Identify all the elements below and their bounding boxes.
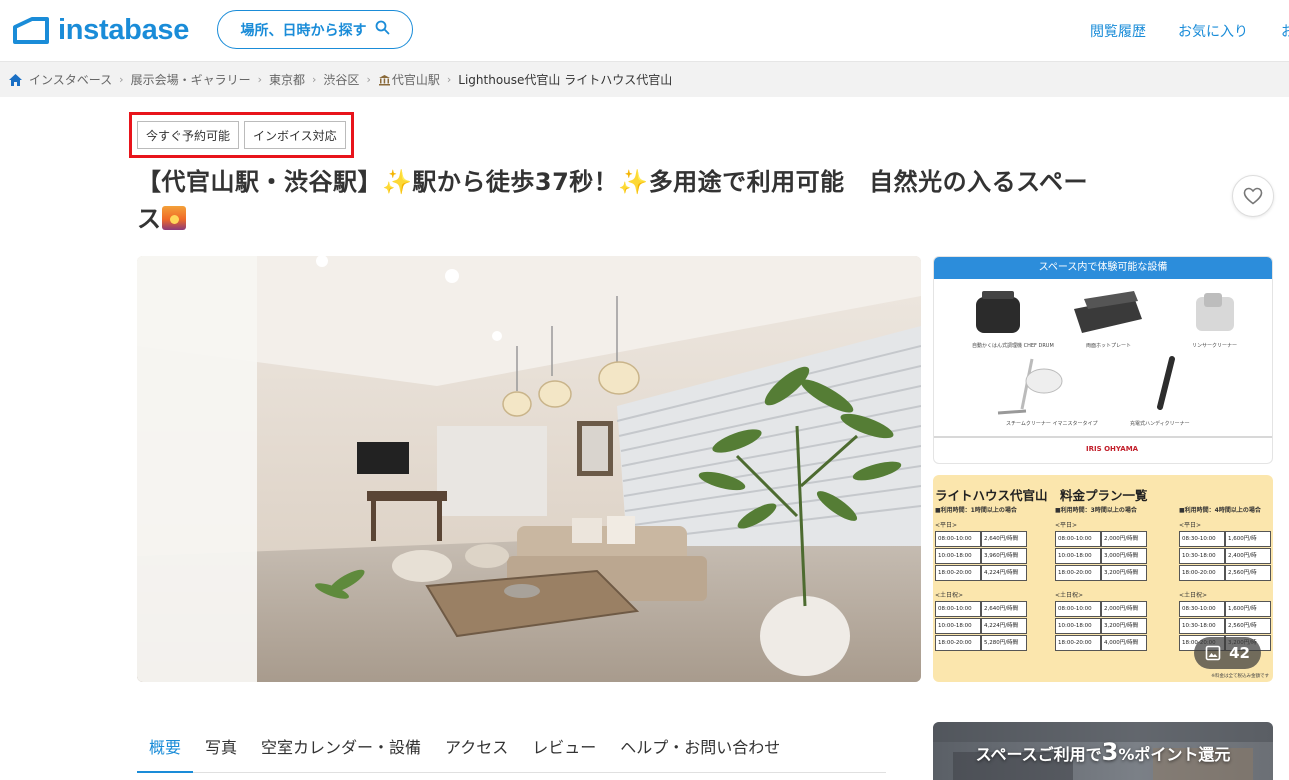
tab-help[interactable]: ヘルプ・お問い合わせ — [608, 722, 792, 773]
logo-text: instabase — [58, 13, 190, 46]
highlighted-tags: 今すぐ予約可能 インボイス対応 — [129, 112, 354, 158]
equipment-item-label: 両面ホットプレート — [1086, 343, 1131, 349]
chevron-right-icon: › — [446, 73, 452, 86]
tab-access[interactable]: アクセス — [433, 722, 520, 773]
page-title: 【代官山駅・渋谷駅】✨駅から徒歩37秒！✨多用途で利用可能 自然光の入るスペー … — [137, 168, 1089, 233]
search-button-label: 場所、日時から探す — [240, 22, 367, 39]
tag-instant-booking: 今すぐ予約可能 — [137, 121, 240, 149]
equipment-item-label: 充電式ハンディクリーナー — [1130, 420, 1190, 427]
price-column: ■利用時間：1時間以上の場合 <平日> 08:00-10:00 2,640円/時間… — [935, 505, 1045, 651]
price-column: ■利用時間：4時間以上の場合 <平日> 08:30-10:00 1,600円/時 … — [1179, 505, 1273, 651]
chevron-right-icon: › — [119, 73, 124, 86]
price-plan-title: ライトハウス代官山 料金プラン一覧 — [935, 488, 1148, 503]
brand-logo: IRIS OHYAMA — [1086, 445, 1139, 453]
rinser-icon — [1196, 293, 1234, 331]
breadcrumb-item-current: Lighthouse代官山 ライトハウス代官山 — [458, 73, 673, 87]
logo-mark-icon — [12, 15, 50, 45]
chevron-right-icon: › — [366, 73, 371, 86]
main-photo[interactable] — [137, 256, 921, 682]
section-tabs: 概要 写真 空室カレンダー・設備 アクセス レビュー ヘルプ・お問い合わせ — [137, 722, 886, 773]
tab-calendar-equipment[interactable]: 空室カレンダー・設備 — [249, 722, 433, 773]
heart-icon — [1243, 187, 1263, 205]
nav-more-link[interactable]: お — [1281, 21, 1289, 41]
price-footnote: ※料金は全て税込み金額です — [1211, 674, 1269, 679]
photo-count-button[interactable]: 42 — [1194, 637, 1261, 669]
points-promo-banner[interactable]: スペースご利用で3%ポイント還元 — [933, 722, 1273, 780]
handy-cleaner-icon — [1157, 356, 1175, 410]
site-header: instabase 場所、日時から探す 閲覧履歴 お気に入り お — [0, 0, 1289, 62]
photo-count-label: 42 — [1229, 644, 1250, 662]
breadcrumb: インスタベース › 展示会場・ギャラリー › 東京都 › 渋谷区 › 代官山駅 … — [0, 62, 1289, 97]
logo[interactable]: instabase — [12, 14, 189, 46]
favorite-button[interactable] — [1232, 175, 1274, 217]
price-column: ■利用時間：3時間以上の場合 <平日> 08:00-10:00 2,000円/時間… — [1055, 505, 1165, 651]
tag-invoice: インボイス対応 — [244, 121, 346, 149]
station-icon — [378, 74, 391, 86]
breadcrumb-item-instabase[interactable]: インスタベース — [29, 71, 112, 88]
steam-cleaner-icon — [997, 358, 1063, 415]
nav-favorites-link[interactable]: お気に入り — [1178, 21, 1248, 41]
nav-history-link[interactable]: 閲覧履歴 — [1090, 21, 1146, 41]
tab-photos[interactable]: 写真 — [193, 722, 249, 773]
equipment-photo[interactable]: スペース内で体験可能な設備 自動かくはん式調理機 CHEF DRUM 両面ホット… — [933, 256, 1273, 464]
tab-reviews[interactable]: レビュー — [520, 722, 608, 773]
search-button[interactable]: 場所、日時から探す — [217, 10, 413, 49]
equipment-item-label: 自動かくはん式調理機 CHEF DRUM — [972, 342, 1054, 349]
sunset-icon — [161, 206, 186, 230]
home-icon[interactable] — [8, 73, 23, 87]
image-icon — [1205, 645, 1221, 661]
cooker-icon — [976, 291, 1020, 333]
sparkles-icon: ✨ — [382, 168, 413, 196]
tab-overview[interactable]: 概要 — [137, 722, 194, 773]
promo-text: スペースご利用で3%ポイント還元 — [975, 738, 1231, 766]
breadcrumb-item-prefecture[interactable]: 東京都 — [269, 71, 305, 88]
chevron-right-icon: › — [257, 73, 262, 86]
sparkles-icon: ✨ — [618, 168, 649, 196]
equipment-heading: スペース内で体験可能な設備 — [934, 257, 1272, 279]
hotplate-icon — [1074, 291, 1142, 333]
breadcrumb-item-station[interactable]: 代官山駅 — [392, 71, 440, 88]
breadcrumb-item-ward[interactable]: 渋谷区 — [323, 71, 359, 88]
chevron-right-icon: › — [312, 73, 317, 86]
equipment-item-label: リンサークリーナー — [1192, 343, 1237, 349]
search-icon — [375, 20, 390, 39]
equipment-item-label: スチームクリーナー イマニスタータイプ — [1006, 420, 1097, 427]
breadcrumb-item-category[interactable]: 展示会場・ギャラリー — [131, 71, 251, 88]
